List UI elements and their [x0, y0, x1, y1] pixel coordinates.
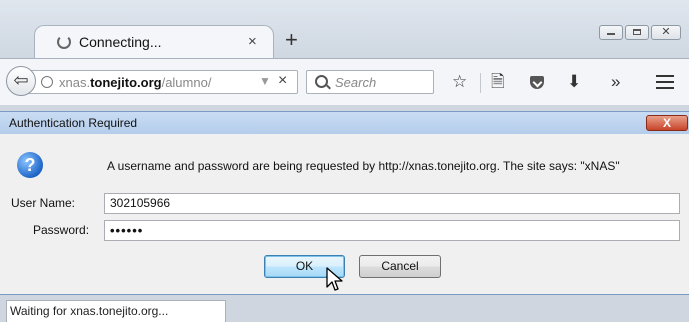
dialog-close-button[interactable]: X [646, 115, 688, 131]
globe-icon [41, 76, 53, 88]
back-button[interactable]: ⇦ [6, 66, 36, 96]
navigation-toolbar: xnas.tonejito.org/alumno/ ▼ × ⇦ Search ☆… [0, 58, 689, 105]
status-panel: Waiting for xnas.tonejito.org... [6, 300, 226, 322]
authentication-dialog: Authentication Required X ? A username a… [0, 111, 689, 295]
tab-strip: Connecting... × + ✕ [0, 0, 689, 59]
minimize-button[interactable] [599, 25, 623, 40]
reading-list-icon[interactable]: 🗎 [491, 73, 505, 91]
url-path: /alumno/ [161, 75, 212, 90]
maximize-button[interactable] [625, 25, 649, 40]
pocket-icon[interactable] [530, 76, 544, 89]
stop-loading-icon[interactable]: × [278, 72, 287, 90]
url-prefix: xnas. [59, 75, 91, 90]
username-field[interactable]: 302105966 [104, 193, 680, 214]
browser-tab[interactable]: Connecting... × [34, 25, 274, 59]
toolbar-separator [480, 73, 481, 93]
url-host: tonejito.org [90, 75, 162, 90]
new-tab-button[interactable]: + [285, 27, 298, 53]
cancel-button[interactable]: Cancel [359, 255, 441, 278]
overflow-menu-icon[interactable]: » [611, 73, 620, 91]
tab-title: Connecting... [79, 34, 162, 50]
url-text: xnas.tonejito.org/alumno/ [59, 75, 211, 90]
question-info-icon: ? [17, 152, 43, 178]
hamburger-menu-icon[interactable] [656, 75, 674, 89]
dialog-title: Authentication Required [9, 116, 138, 130]
download-icon[interactable]: ⬇ [567, 73, 581, 91]
username-label: User Name: [11, 196, 76, 210]
url-bar[interactable]: xnas.tonejito.org/alumno/ ▼ × [28, 70, 298, 94]
password-label: Password: [33, 223, 90, 237]
search-input[interactable]: Search [306, 70, 434, 94]
url-dropdown-icon[interactable]: ▼ [259, 74, 271, 88]
loading-spinner-icon [57, 35, 71, 49]
tab-close-icon[interactable]: × [248, 33, 257, 50]
search-placeholder: Search [335, 75, 377, 90]
mouse-cursor-icon [326, 267, 343, 291]
bookmark-star-icon[interactable]: ☆ [452, 73, 467, 91]
auth-message: A username and password are being reques… [107, 159, 620, 173]
window-controls: ✕ [597, 25, 681, 40]
password-field[interactable]: •••••• [104, 220, 680, 241]
dialog-titlebar: Authentication Required X [0, 112, 689, 134]
search-icon [315, 75, 328, 88]
window-close-button[interactable]: ✕ [651, 25, 681, 40]
